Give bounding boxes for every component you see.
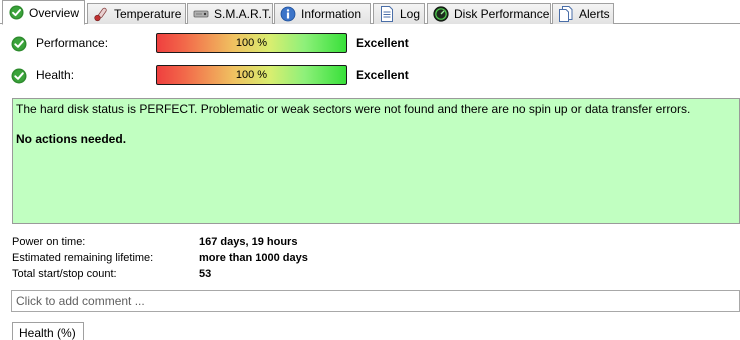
tab-label: S.M.A.R.T. bbox=[214, 7, 272, 21]
start-stop-label: Total start/stop count: bbox=[12, 268, 117, 280]
performance-bar: 100 % bbox=[156, 33, 347, 53]
tab-information[interactable]: Information bbox=[274, 3, 371, 24]
power-on-row: Power on time: 167 days, 19 hours bbox=[12, 236, 612, 252]
health-row: Health: 100 % Excellent bbox=[0, 65, 740, 87]
check-circle-icon bbox=[11, 68, 27, 84]
tab-label: Log bbox=[400, 7, 421, 21]
lifetime-value: more than 1000 days bbox=[199, 252, 308, 264]
check-circle-icon bbox=[11, 36, 27, 52]
gauge-icon bbox=[433, 6, 449, 22]
tab-log[interactable]: Log bbox=[373, 3, 425, 24]
tab-label: Disk Performance bbox=[454, 7, 550, 21]
tab-alerts[interactable]: Alerts bbox=[552, 3, 614, 24]
performance-label: Performance: bbox=[36, 36, 109, 50]
lifetime-label: Estimated remaining lifetime: bbox=[12, 252, 154, 264]
tab-strip: Overview Temperature S.M.A.R.T. Informat… bbox=[0, 0, 740, 25]
start-stop-value: 53 bbox=[199, 268, 212, 280]
disk-info: Power on time: 167 days, 19 hours Estima… bbox=[12, 236, 612, 284]
status-action: No actions needed. bbox=[16, 132, 127, 146]
hard-disk-icon bbox=[193, 6, 209, 22]
health-label: Health: bbox=[36, 68, 75, 82]
health-rating: Excellent bbox=[356, 68, 409, 82]
alert-document-icon bbox=[558, 6, 574, 22]
comment-field[interactable]: Click to add comment ... bbox=[11, 290, 740, 312]
lifetime-row: Estimated remaining lifetime: more than … bbox=[12, 252, 612, 268]
power-on-value: 167 days, 19 hours bbox=[199, 236, 298, 248]
info-icon bbox=[280, 6, 296, 22]
status-message: The hard disk status is PERFECT. Problem… bbox=[16, 102, 691, 116]
performance-percent: 100 % bbox=[235, 37, 268, 49]
status-box: The hard disk status is PERFECT. Problem… bbox=[12, 98, 740, 224]
power-on-label: Power on time: bbox=[12, 236, 86, 248]
tab-label: Overview bbox=[29, 5, 80, 20]
performance-row: Performance: 100 % Excellent bbox=[0, 33, 740, 55]
tab-temperature[interactable]: Temperature bbox=[87, 3, 186, 24]
tab-label: Alerts bbox=[579, 7, 610, 21]
performance-rating: Excellent bbox=[356, 36, 409, 50]
document-icon bbox=[379, 6, 395, 22]
tab-overview[interactable]: Overview bbox=[2, 0, 85, 25]
thermometer-icon bbox=[93, 6, 109, 22]
health-percent: 100 % bbox=[235, 69, 268, 81]
health-bar: 100 % bbox=[156, 65, 347, 85]
check-circle-icon bbox=[8, 5, 24, 21]
tab-label: Information bbox=[301, 7, 362, 21]
tab-label: Temperature bbox=[114, 7, 182, 21]
start-stop-row: Total start/stop count: 53 bbox=[12, 268, 612, 284]
tab-disk-performance[interactable]: Disk Performance bbox=[427, 3, 551, 24]
tab-health-percent[interactable]: Health (%) bbox=[12, 322, 84, 340]
tab-smart[interactable]: S.M.A.R.T. bbox=[187, 3, 273, 24]
